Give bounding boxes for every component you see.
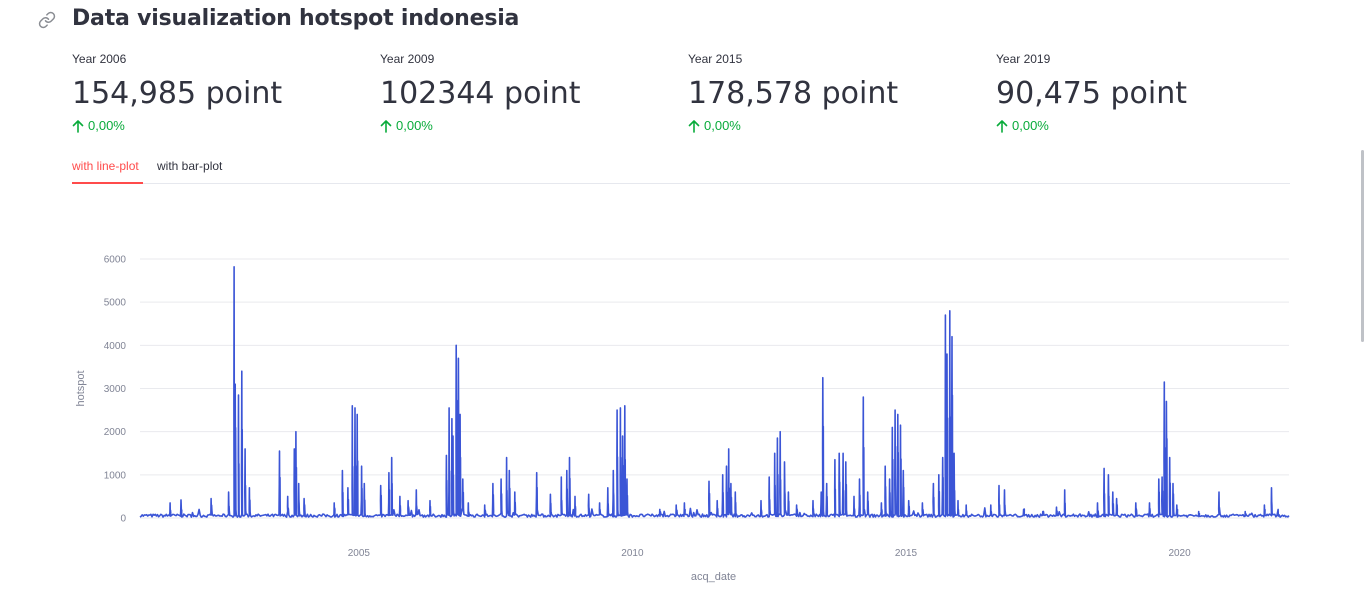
metric-delta-value: 0,00% [1012,118,1049,133]
y-tick-label: 5000 [104,298,127,309]
metric-value: 102344 point [380,76,581,111]
arrow-up-icon [996,120,1008,133]
y-axis-title: hotspot [75,370,87,406]
metric-label: Year 2015 [688,52,743,66]
x-tick-label: 2020 [1168,548,1191,559]
link-icon[interactable] [38,11,56,29]
arrow-up-icon [72,120,84,133]
metric-year-2019: Year 2019 90,475 point 0,00% [996,52,1187,134]
tab-line-plot[interactable]: with line-plot [72,158,139,174]
x-tick-label: 2005 [348,548,371,559]
arrow-up-icon [688,120,700,133]
metric-delta: 0,00% [996,118,1187,134]
metric-delta-value: 0,00% [704,118,741,133]
metric-label: Year 2006 [72,52,127,66]
metric-delta: 0,00% [688,118,898,134]
arrow-up-icon [380,120,392,133]
metric-delta-value: 0,00% [396,118,433,133]
x-tick-label: 2015 [895,548,918,559]
y-tick-label: 6000 [104,255,127,266]
metric-delta-value: 0,00% [88,118,125,133]
page-title: Data visualization hotspot indonesia [72,6,520,31]
chart-tabs: with line-plot with bar-plot [72,152,1290,184]
metric-year-2009: Year 2009 102344 point 0,00% [380,52,581,134]
active-tab-indicator [72,182,143,184]
metric-delta: 0,00% [72,118,282,134]
y-tick-label: 1000 [104,470,127,481]
scrollbar[interactable] [1361,150,1364,342]
hotspot-line-chart: 0 1000 2000 3000 4000 5000 6000 2005 2010 2015 202… [75,255,1290,583]
metric-value: 178,578 point [688,76,899,111]
y-tick-label: 4000 [104,341,127,352]
x-axis-title: acq_date [691,571,736,583]
metric-delta: 0,00% [380,118,581,134]
metric-label: Year 2009 [380,52,435,66]
metric-year-2015: Year 2015 178,578 point 0,00% [688,52,898,134]
metric-value: 90,475 point [996,76,1188,111]
x-tick-label: 2010 [621,548,644,559]
y-tick-label: 2000 [104,427,127,438]
y-tick-label: 0 [120,514,126,525]
metric-value: 154,985 point [72,76,283,111]
tab-bar-plot[interactable]: with bar-plot [157,158,222,174]
hotspot-series-line [139,266,1290,518]
metric-label: Year 2019 [996,52,1051,66]
y-tick-label: 3000 [104,384,127,395]
metric-year-2006: Year 2006 154,985 point 0,00% [72,52,282,134]
